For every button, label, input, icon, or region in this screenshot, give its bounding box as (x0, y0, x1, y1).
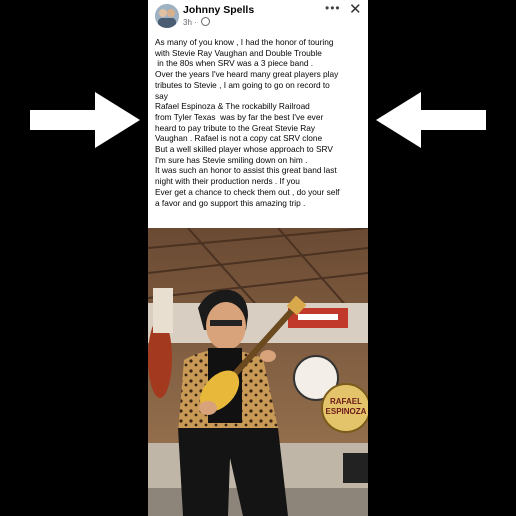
post-text-line: Rafael Espinoza & The rockabilly Railroa… (155, 101, 310, 112)
post-text-line: It was such an honor to assist this grea… (155, 165, 337, 176)
post-text-line: from Tyler Texas was by far the best I'v… (155, 111, 324, 122)
author-avatar[interactable] (155, 4, 179, 28)
post-text-line: Vaughan . Rafael is not a copy cat SRV c… (155, 133, 323, 144)
post-photo[interactable]: RAFAEL ESPINOZA (148, 228, 368, 516)
right-arrow-icon (30, 92, 140, 148)
facebook-post: Johnny Spells 3h · ••• ✕ As many of you … (148, 0, 368, 516)
author-name[interactable]: Johnny Spells (183, 4, 254, 16)
post-text: As many of you know , I had the honor of… (155, 37, 367, 208)
post-text-line: say (155, 90, 168, 101)
svg-text:RAFAEL: RAFAEL (330, 397, 362, 406)
guitarist-photo: RAFAEL ESPINOZA (148, 228, 368, 516)
globe-icon (201, 17, 211, 26)
post-text-line: As many of you know , I had the honor of… (155, 37, 334, 47)
post-text-line: in the 80s when SRV was a 3 piece band . (155, 58, 314, 69)
post-text-line: But a well skilled player whose approach… (155, 144, 333, 155)
close-icon[interactable]: ✕ (349, 0, 362, 18)
left-arrow-icon (376, 92, 486, 148)
post-header: Johnny Spells 3h · ••• ✕ (148, 0, 368, 34)
post-text-line: night with their production nerds . If y… (155, 176, 300, 187)
post-time[interactable]: 3h (183, 18, 192, 27)
post-text-line: a favor and go support this amazing trip… (155, 197, 306, 208)
post-text-line: I'm sure has Stevie smiling down on him … (155, 154, 308, 165)
post-text-line: Over the years I've heard many great pla… (155, 69, 339, 80)
post-meta: 3h · (183, 17, 211, 27)
post-text-line: with Stevie Ray Vaughan and Double Troub… (155, 47, 322, 58)
post-text-line: heard to pay tribute to the Great Stevie… (155, 122, 316, 133)
svg-text:ESPINOZA: ESPINOZA (326, 407, 367, 416)
post-text-line: tributes to Stevie , I am going to go on… (155, 79, 330, 90)
post-text-line: Ever get a chance to check them out , do… (155, 186, 340, 197)
more-icon[interactable]: ••• (325, 1, 341, 15)
